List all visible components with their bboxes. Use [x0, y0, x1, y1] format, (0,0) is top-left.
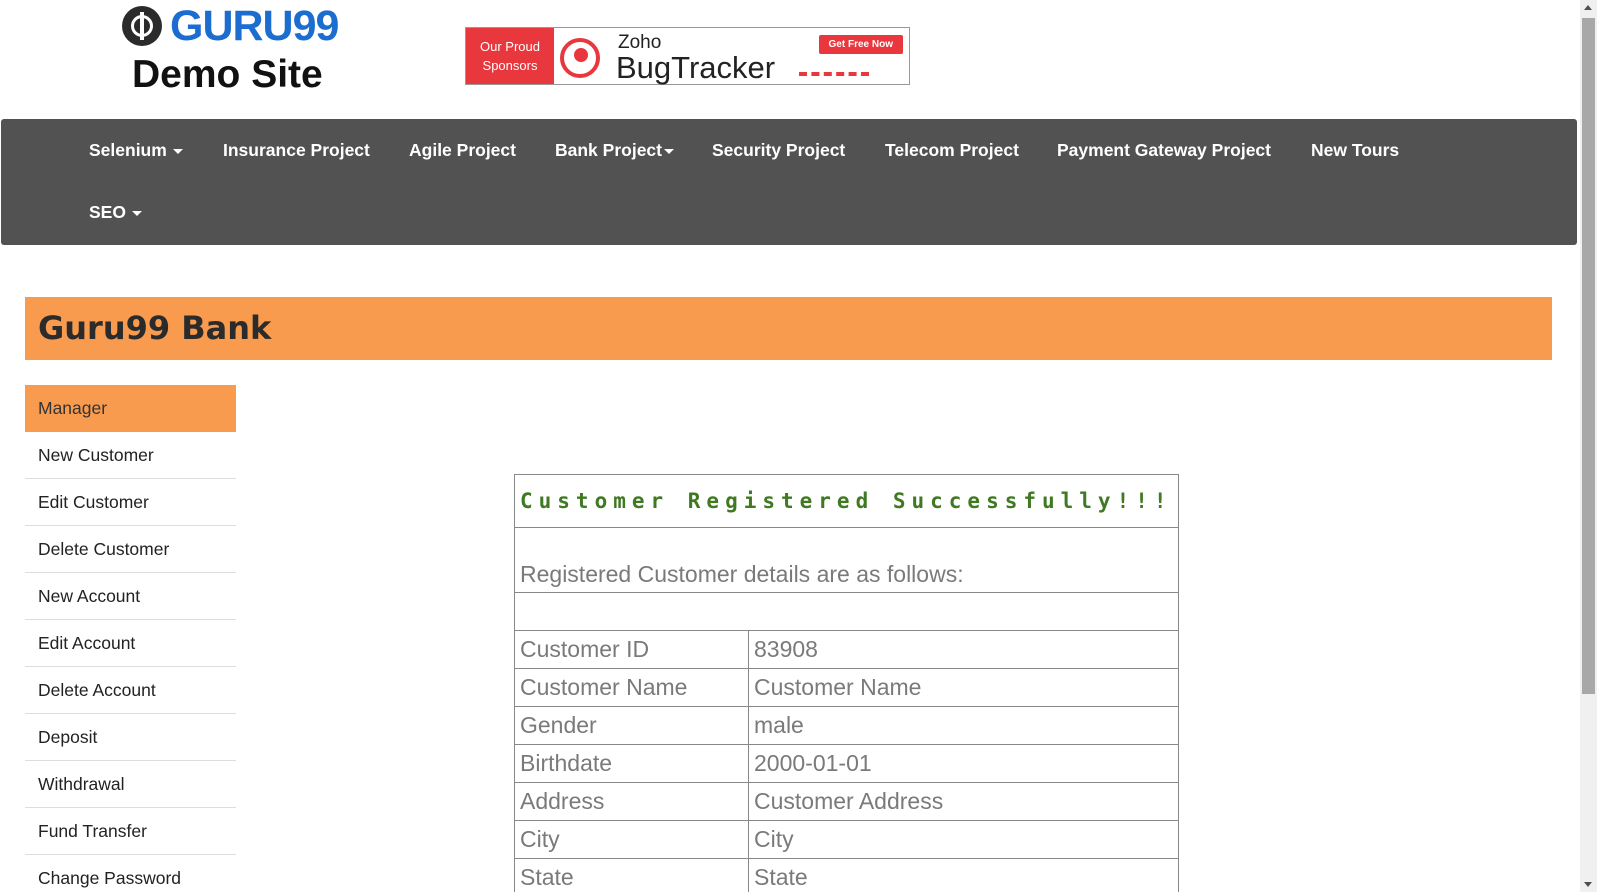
nav-item-label: SEO [89, 202, 126, 222]
sidebar-item-deposit[interactable]: Deposit [25, 714, 236, 761]
sidebar-item-new-account[interactable]: New Account [25, 573, 236, 620]
bug-icon [554, 28, 608, 84]
sidebar-item-new-customer[interactable]: New Customer [25, 432, 236, 479]
nav-item-selenium[interactable]: Selenium [89, 140, 183, 161]
dashed-arrow-icon [799, 72, 869, 76]
nav-item-security-project[interactable]: Security Project [712, 140, 845, 161]
scrollbar-thumb[interactable] [1582, 18, 1595, 694]
caret-down-icon [131, 210, 142, 216]
manager-sidebar: Manager New Customer Edit Customer Delet… [25, 385, 236, 892]
nav-item-agile-project[interactable]: Agile Project [409, 140, 516, 161]
table-row: Address Customer Address [514, 782, 1179, 821]
logo-text: GURU99 [170, 1, 339, 50]
sidebar-item-fund-transfer[interactable]: Fund Transfer [25, 808, 236, 855]
table-row: City City [514, 820, 1179, 859]
sponsor-banner[interactable]: Our Proud Sponsors Zoho BugTracker Get F… [465, 27, 910, 85]
nav-item-insurance-project[interactable]: Insurance Project [223, 140, 370, 161]
field-value: Customer Name [748, 668, 1179, 707]
banner-sponsor-line2: Sponsors [482, 58, 538, 73]
nav-item-seo[interactable]: SEO [89, 202, 142, 223]
table-row: Gender male [514, 706, 1179, 745]
success-heading: Customer Registered Successfully!!! [514, 474, 1179, 528]
site-logo[interactable]: GURU99 Demo Site [122, 1, 352, 97]
nav-item-label: Bank Project [555, 140, 662, 160]
banner-product: BugTracker [616, 50, 776, 85]
table-row: Customer ID 83908 [514, 630, 1179, 669]
nav-item-telecom-project[interactable]: Telecom Project [885, 140, 1019, 161]
guru99-logo-icon [122, 6, 162, 46]
blank-cell [514, 592, 1179, 631]
nav-item-bank-project[interactable]: Bank Project [555, 140, 674, 161]
scroll-up-arrow-icon[interactable] [1584, 5, 1592, 10]
scroll-down-arrow-icon[interactable] [1584, 882, 1592, 887]
field-value: male [748, 706, 1179, 745]
table-heading-row: Customer Registered Successfully!!! [514, 474, 1179, 528]
field-label: Gender [514, 706, 749, 745]
field-value: Customer Address [748, 782, 1179, 821]
bank-title-bar: Guru99 Bank [25, 297, 1552, 360]
sidebar-item-edit-customer[interactable]: Edit Customer [25, 479, 236, 526]
logo-subtitle: Demo Site [132, 53, 323, 96]
field-value: 2000-01-01 [748, 744, 1179, 783]
sidebar-item-delete-account[interactable]: Delete Account [25, 667, 236, 714]
banner-cta-button[interactable]: Get Free Now [818, 35, 903, 54]
main-navbar: Selenium Insurance Project Agile Project… [1, 119, 1577, 245]
table-row: Birthdate 2000-01-01 [514, 744, 1179, 783]
sidebar-item-edit-account[interactable]: Edit Account [25, 620, 236, 667]
sidebar-item-change-password[interactable]: Change Password [25, 855, 236, 892]
field-label: State [514, 858, 749, 892]
table-row: Customer Name Customer Name [514, 668, 1179, 707]
table-blank-row [514, 592, 1179, 631]
details-subheading: Registered Customer details are as follo… [514, 527, 1179, 593]
sidebar-item-manager[interactable]: Manager [25, 385, 236, 432]
nav-item-new-tours[interactable]: New Tours [1311, 140, 1399, 161]
field-label: Customer Name [514, 668, 749, 707]
table-subheading-row: Registered Customer details are as follo… [514, 527, 1179, 593]
field-value: 83908 [748, 630, 1179, 669]
field-label: Customer ID [514, 630, 749, 669]
field-label: Birthdate [514, 744, 749, 783]
caret-down-icon [663, 148, 674, 154]
vertical-scrollbar[interactable] [1580, 0, 1597, 892]
sidebar-item-delete-customer[interactable]: Delete Customer [25, 526, 236, 573]
banner-sponsor-line1: Our Proud [480, 39, 540, 54]
table-row: State State [514, 858, 1179, 892]
field-value: City [748, 820, 1179, 859]
customer-details-table: Customer Registered Successfully!!! Regi… [514, 474, 1179, 892]
caret-down-icon [172, 148, 183, 154]
nav-item-label: Selenium [89, 140, 167, 160]
field-label: Address [514, 782, 749, 821]
banner-sponsor-label: Our Proud Sponsors [466, 28, 554, 84]
page-title: Guru99 Bank [38, 309, 272, 347]
field-label: City [514, 820, 749, 859]
sidebar-item-withdrawal[interactable]: Withdrawal [25, 761, 236, 808]
field-value: State [748, 858, 1179, 892]
nav-item-payment-gateway-project[interactable]: Payment Gateway Project [1057, 140, 1271, 161]
